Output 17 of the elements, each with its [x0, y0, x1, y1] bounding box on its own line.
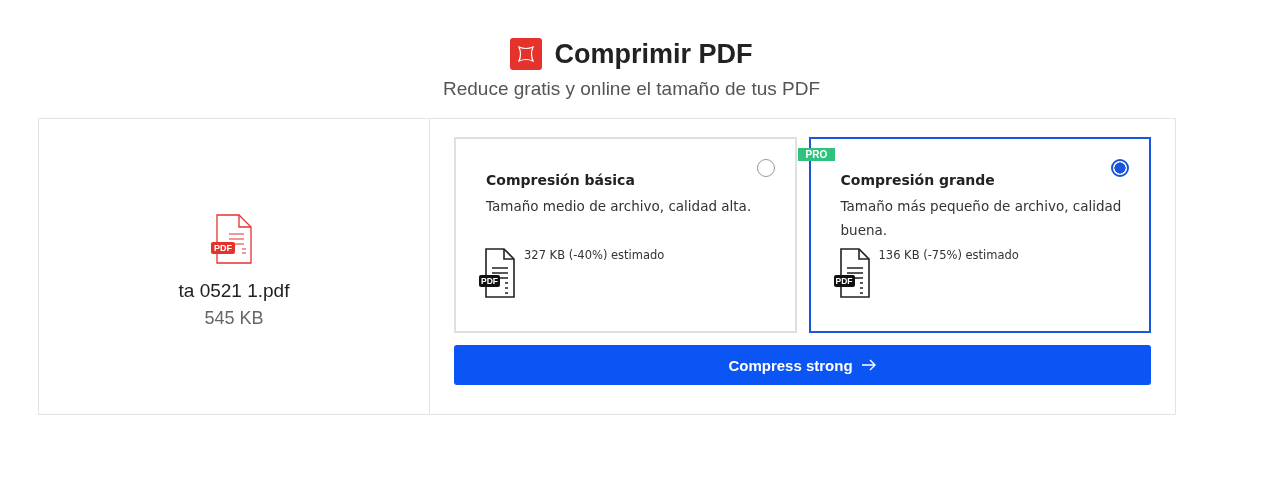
page-subtitle: Reduce gratis y online el tamaño de tus PDF	[443, 78, 820, 100]
page-title: Comprimir PDF	[554, 38, 753, 70]
option-description: Tamaño más pequeño de archivo, calidad buena.	[840, 197, 1123, 240]
option-title: Compresión grande	[840, 172, 996, 188]
logo-icon	[510, 38, 543, 70]
file-size: 545 KB	[204, 308, 264, 329]
size-estimate: 136 KB (-75%) estimado	[878, 248, 1019, 262]
compression-option[interactable]: Compresión básica Tamaño medio de archivo, calidad alta. PDF 327 KB (-40%) estimado	[454, 137, 797, 333]
radio-button[interactable]	[756, 159, 775, 177]
compress-button[interactable]: Compress strong	[454, 345, 1151, 385]
arrow-icon	[860, 359, 877, 371]
file-name: ta 0521 1.pdf	[178, 280, 290, 302]
option-description: Tamaño medio de archivo, calidad alta.	[486, 197, 753, 216]
option-title: Compresión básica	[486, 172, 636, 188]
pro-badge: PRO	[797, 148, 836, 161]
radio-button[interactable]	[1111, 159, 1129, 177]
size-estimate: 327 KB (-40%) estimado	[524, 248, 665, 262]
